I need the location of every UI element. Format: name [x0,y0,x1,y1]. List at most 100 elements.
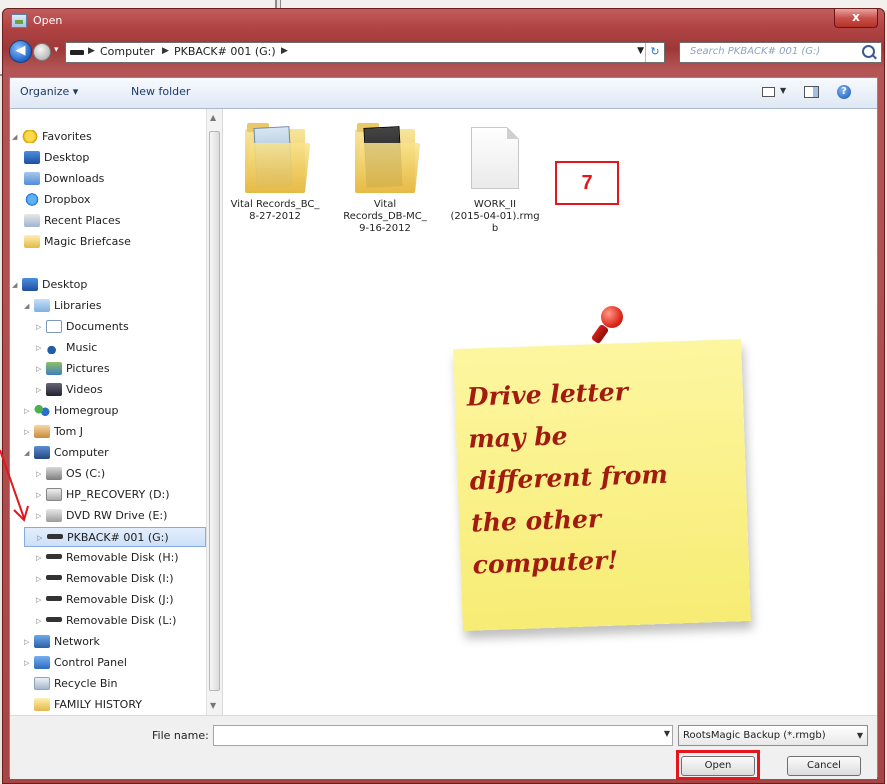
new-folder-button[interactable]: New folder [131,85,190,98]
tree-item-dropbox[interactable]: Dropbox [24,190,90,210]
file-name-line: 8-27-2012 [249,211,301,222]
scrollbar-thumb[interactable] [209,131,220,691]
sticky-note-image: Drive letter may be different from the o… [428,299,762,659]
usb-drive-icon [46,575,62,580]
expand-icon[interactable]: ▷ [24,632,34,652]
expand-icon[interactable]: ▷ [36,338,46,358]
chevron-down-icon[interactable]: ▼ [664,729,670,738]
file-icon [471,127,519,189]
tree-item-libraries[interactable]: ◢ Libraries [24,296,102,316]
chevron-right-icon[interactable]: ▶ [162,46,169,56]
close-button[interactable]: x [834,9,878,28]
collapse-icon[interactable]: ◢ [12,127,22,147]
address-dropdown-icon[interactable]: ▼ [637,46,644,56]
file-name-input[interactable]: ▼ [213,725,673,746]
tree-item-desktop[interactable]: Desktop [24,148,89,168]
tree-item-desktop-root[interactable]: ◢ Desktop [12,275,87,295]
tree-item-pictures[interactable]: ▷ Pictures [36,359,110,379]
address-bar[interactable]: ▶ Computer ▶ PKBACK# 001 (G:) ▶ ▼ ↻ [65,42,665,63]
forward-button[interactable] [33,43,51,61]
tree-item-music[interactable]: ▷ Music [36,338,97,358]
expand-icon[interactable]: ▷ [36,380,46,400]
music-icon [46,341,62,354]
sticky-note-text: Drive letter may be different from the o… [466,367,743,586]
collapse-icon[interactable]: ◢ [12,275,22,295]
tree-item-family-history[interactable]: FAMILY HISTORY [34,695,142,715]
tree-item-network[interactable]: ▷ Network [24,632,100,652]
organize-button[interactable]: Organize ▾ [20,85,78,98]
tree-item-removable-j[interactable]: ▷ Removable Disk (J:) [36,590,174,610]
folder-icon [24,235,40,248]
tree-item-magic-briefcase[interactable]: Magic Briefcase [24,232,131,252]
tree-item-recent-places[interactable]: Recent Places [24,211,121,231]
view-icon[interactable] [762,87,775,97]
usb-drive-icon [46,596,62,601]
tree-label: Favorites [42,130,92,143]
documents-icon [46,320,62,333]
expand-icon[interactable]: ▷ [36,590,46,610]
history-dropdown-icon[interactable]: ▾ [54,45,59,55]
downloads-icon [24,172,40,185]
desktop-icon [24,151,40,164]
scroll-down-icon[interactable]: ▼ [210,701,216,710]
file-name-line: 9-16-2012 [359,223,411,234]
tree-item-hp-recovery[interactable]: ▷ HP_RECOVERY (D:) [36,485,170,505]
refresh-icon[interactable]: ↻ [645,43,664,62]
collapse-icon[interactable]: ◢ [24,296,34,316]
tree-item-pkback[interactable]: ▷ PKBACK# 001 (G:) [24,527,206,547]
expand-icon[interactable]: ▷ [36,317,46,337]
file-item-folder[interactable]: Vital Records_BC_ 8-27-2012 [225,123,325,223]
tree-item-favorites[interactable]: ◢ Favorites [12,127,92,147]
cancel-button[interactable]: Cancel [787,756,861,776]
tree-item-documents[interactable]: ▷ Documents [36,317,129,337]
tree-label: Tom J [54,425,84,438]
file-item-backup[interactable]: WORK_II (2015-04-01).rmg b [445,123,545,235]
help-icon[interactable]: ? [837,85,851,99]
breadcrumb-computer[interactable]: Computer [100,45,155,58]
folder-icon [34,698,50,711]
file-name-line: Vital Records_BC_ [230,199,320,210]
expand-icon[interactable]: ▷ [36,611,46,631]
tree-item-control-panel[interactable]: ▷ Control Panel [24,653,127,673]
breadcrumb-drive[interactable]: PKBACK# 001 (G:) [174,45,276,58]
tree-scrollbar[interactable]: ▲ ▼ [206,109,222,715]
preview-pane-icon[interactable] [804,86,819,98]
tree-label: Downloads [44,172,105,185]
tree-label: Desktop [42,278,88,291]
tree-item-homegroup[interactable]: ▷ Homegroup [24,401,118,421]
tree-item-dvd[interactable]: ▷ DVD RW Drive (E:) [36,506,167,526]
file-type-select[interactable]: RootsMagic Backup (*.rmgb) ▼ [678,725,868,746]
search-icon[interactable] [862,45,875,58]
tree-item-removable-h[interactable]: ▷ Removable Disk (H:) [36,548,179,568]
tree-item-videos[interactable]: ▷ Videos [36,380,103,400]
expand-icon[interactable]: ▷ [36,548,46,568]
navigation-row: ◀ ▾ ▶ Computer ▶ PKBACK# 001 (G:) ▶ ▼ ↻ … [3,37,884,67]
tree-label: Control Panel [54,656,127,669]
view-dropdown-icon[interactable]: ▼ [780,86,786,95]
expand-icon[interactable]: ▷ [24,401,34,421]
tree-label: Videos [66,383,103,396]
expand-icon[interactable]: ▷ [24,653,34,673]
sticky-note: Drive letter may be different from the o… [453,339,751,631]
homegroup-icon [34,404,50,417]
libraries-icon [34,299,50,312]
search-input[interactable]: Search PKBACK# 001 (G:) [679,42,882,63]
chevron-right-icon[interactable]: ▶ [88,46,95,56]
back-button[interactable]: ◀ [9,40,32,63]
chevron-right-icon[interactable]: ▶ [281,46,288,56]
tree-item-downloads[interactable]: Downloads [24,169,104,189]
videos-icon [46,383,62,396]
scroll-up-icon[interactable]: ▲ [210,113,216,122]
expand-icon[interactable]: ▷ [36,359,46,379]
tree-item-removable-l[interactable]: ▷ Removable Disk (L:) [36,611,176,631]
tree-label: DVD RW Drive (E:) [66,509,168,522]
file-name-line: Records_DB-MC_ [343,211,427,222]
expand-icon[interactable]: ▷ [36,569,46,589]
command-toolbar: Organize ▾ New folder ▼ ? [10,78,877,109]
push-pin-icon [601,306,623,328]
tree-item-recycle-bin[interactable]: Recycle Bin [34,674,117,694]
tree-label: Homegroup [54,404,119,417]
file-item-folder[interactable]: Vital Records_DB-MC_ 9-16-2012 [335,123,435,235]
chevron-down-icon[interactable]: ▼ [857,726,863,745]
tree-item-removable-i[interactable]: ▷ Removable Disk (I:) [36,569,174,589]
